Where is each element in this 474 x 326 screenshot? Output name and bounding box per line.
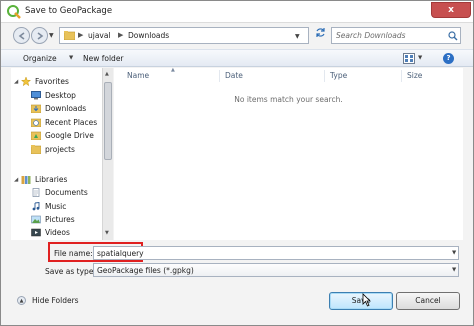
collapse-icon[interactable]: ▲ xyxy=(17,296,26,305)
expand-favorites-caret[interactable]: ◢ xyxy=(14,79,18,85)
search-field[interactable]: Search Downloads xyxy=(331,27,461,44)
address-row: ▼ ▶ ujaval ▶ Downloads ▼ Search Download… xyxy=(1,24,473,48)
column-divider[interactable] xyxy=(219,70,220,82)
sidebar-item-label: Pictures xyxy=(45,215,75,224)
file-name-input[interactable]: spatialquery ▼ xyxy=(93,246,459,260)
qgis-app-icon xyxy=(7,5,21,19)
new-folder-button[interactable]: New folder xyxy=(83,54,124,63)
favorites-label: Favorites xyxy=(35,77,69,86)
sidebar-item-label: Videos xyxy=(45,228,70,237)
file-name-dropdown[interactable]: ▼ xyxy=(452,250,456,256)
sidebar-item-label: Desktop xyxy=(45,91,76,100)
sidebar-item-label: projects xyxy=(45,145,75,154)
downloads-folder-icon xyxy=(31,104,41,113)
videos-icon xyxy=(31,228,41,237)
breadcrumb-separator[interactable]: ▶ xyxy=(78,31,83,39)
column-header-size[interactable]: Size xyxy=(407,71,422,80)
libraries-icon xyxy=(21,176,31,184)
hide-folders-label[interactable]: Hide Folders xyxy=(32,296,79,305)
window-title: Save to GeoPackage xyxy=(25,6,113,16)
scroll-up-icon[interactable]: ▲ xyxy=(105,71,109,77)
folder-icon xyxy=(31,145,41,154)
breadcrumb-ujaval[interactable]: ujaval xyxy=(88,31,111,40)
save-form: File name: spatialquery ▼ Save as type: … xyxy=(1,241,473,325)
command-toolbar: Organize ▼ New folder ▼ ? xyxy=(1,49,473,67)
column-header-date[interactable]: Date xyxy=(225,71,243,80)
organize-menu[interactable]: Organize xyxy=(23,54,57,63)
column-header-type[interactable]: Type xyxy=(330,71,347,80)
forward-arrow-icon xyxy=(37,32,44,40)
file-list[interactable]: Name ▲ Date Type Size No items match you… xyxy=(114,67,463,240)
forward-button[interactable] xyxy=(31,27,48,44)
search-placeholder: Search Downloads xyxy=(336,31,406,40)
chevron-down-icon[interactable]: ▼ xyxy=(69,55,73,61)
save-as-type-label: Save as type: xyxy=(45,267,96,276)
views-dropdown[interactable]: ▼ xyxy=(418,55,422,61)
music-icon xyxy=(32,202,40,211)
change-view-icon[interactable] xyxy=(403,53,415,64)
refresh-icon xyxy=(315,28,325,37)
refresh-button[interactable] xyxy=(313,27,327,44)
empty-list-message: No items match your search. xyxy=(234,95,343,104)
scrollbar-thumb[interactable] xyxy=(104,82,112,160)
close-button[interactable]: x xyxy=(431,2,471,18)
file-name-value[interactable]: spatialquery xyxy=(97,249,144,258)
recent-places-icon xyxy=(31,118,41,127)
sidebar-item-label: Google Drive xyxy=(45,131,94,140)
back-arrow-icon xyxy=(18,32,25,40)
scroll-down-icon[interactable]: ▼ xyxy=(105,230,109,236)
address-dropdown[interactable]: ▼ xyxy=(295,33,300,40)
sort-ascending-icon: ▲ xyxy=(171,67,175,73)
navigation-pane: ◢ Favorites Desktop Downloads Recent Pla… xyxy=(11,68,111,240)
desktop-icon xyxy=(31,91,41,100)
address-bar[interactable]: ▶ ujaval ▶ Downloads xyxy=(59,27,309,44)
save-as-type-select[interactable]: GeoPackage files (*.gpkg) ▼ xyxy=(93,263,459,277)
breadcrumb-separator[interactable]: ▶ xyxy=(118,31,123,39)
back-button[interactable] xyxy=(13,27,30,44)
column-header-name[interactable]: Name xyxy=(127,71,149,80)
search-icon[interactable] xyxy=(448,31,458,41)
sidebar-item-label: Recent Places xyxy=(45,118,98,127)
chevron-down-icon[interactable]: ▼ xyxy=(452,267,456,273)
save-as-type-value[interactable]: GeoPackage files (*.gpkg) xyxy=(97,266,194,275)
google-drive-icon xyxy=(31,131,41,140)
mouse-cursor-icon xyxy=(362,293,371,307)
sidebar-item-label: Music xyxy=(45,202,67,211)
star-icon xyxy=(21,77,31,86)
column-divider[interactable] xyxy=(401,70,402,82)
cancel-button[interactable]: Cancel xyxy=(396,292,460,310)
recent-locations-dropdown[interactable]: ▼ xyxy=(49,32,57,40)
expand-libraries-caret[interactable]: ◢ xyxy=(14,177,18,183)
documents-icon xyxy=(32,188,40,197)
file-name-label: File name: xyxy=(54,249,93,258)
column-divider[interactable] xyxy=(324,70,325,82)
help-button[interactable]: ? xyxy=(443,53,454,64)
title-bar: Save to GeoPackage x xyxy=(1,1,473,23)
pictures-icon xyxy=(31,215,41,224)
sidebar-item-label: Documents xyxy=(45,188,88,197)
breadcrumb-downloads[interactable]: Downloads xyxy=(128,31,169,40)
save-button[interactable]: Save xyxy=(329,292,393,310)
sidebar-item-label: Downloads xyxy=(45,104,87,113)
save-dialog: Save to GeoPackage x ▼ ▶ ujaval ▶ Downlo… xyxy=(0,0,474,326)
folder-icon xyxy=(64,31,75,40)
navigation-scrollbar[interactable]: ▲ ▼ xyxy=(102,68,113,240)
libraries-label: Libraries xyxy=(35,175,68,184)
